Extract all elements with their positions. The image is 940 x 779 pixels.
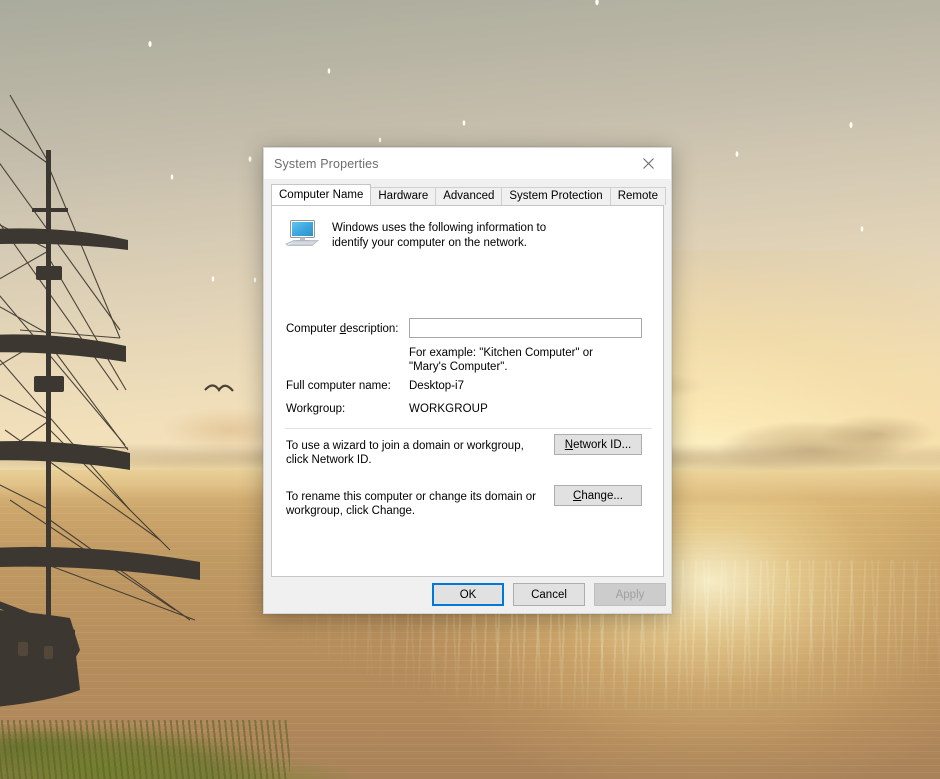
- full-computer-name-value: Desktop-i7: [409, 380, 464, 392]
- dialog-titlebar[interactable]: System Properties: [264, 148, 671, 179]
- dialog-title: System Properties: [274, 157, 379, 171]
- desktop: System Properties Computer Name Hardware…: [0, 0, 940, 779]
- separator: [285, 428, 652, 429]
- change-button[interactable]: Change...: [554, 485, 642, 506]
- close-icon[interactable]: [626, 148, 671, 178]
- tab-panel-computer-name: Windows uses the following information t…: [271, 205, 664, 577]
- system-properties-dialog: System Properties Computer Name Hardware…: [263, 147, 672, 614]
- ok-button[interactable]: OK: [432, 583, 504, 606]
- tab-system-protection[interactable]: System Protection: [501, 187, 610, 205]
- intro-block: Windows uses the following information t…: [285, 219, 653, 251]
- full-computer-name-label: Full computer name:: [286, 380, 391, 392]
- tab-computer-name[interactable]: Computer Name: [271, 184, 371, 205]
- network-id-button-rest: etwork ID...: [573, 439, 631, 451]
- tab-remote[interactable]: Remote: [610, 187, 666, 205]
- wallpaper-grass: [0, 690, 400, 779]
- network-id-button-accel: N: [565, 439, 573, 451]
- wallpaper-sailing-ship: [0, 90, 270, 710]
- computer-description-label-post: escription:: [346, 323, 398, 335]
- network-id-button[interactable]: Network ID...: [554, 434, 642, 455]
- computer-description-label: Computer description:: [286, 323, 399, 335]
- tab-strip: Computer Name Hardware Advanced System P…: [271, 186, 665, 205]
- change-description: To rename this computer or change its do…: [286, 490, 544, 518]
- computer-monitor-icon: [285, 219, 319, 250]
- network-id-description: To use a wizard to join a domain or work…: [286, 439, 544, 467]
- intro-text: Windows uses the following information t…: [332, 221, 578, 251]
- tab-advanced[interactable]: Advanced: [435, 187, 502, 205]
- wallpaper-grass-blades: [0, 720, 290, 779]
- tab-hardware[interactable]: Hardware: [370, 187, 436, 205]
- dialog-footer: OK Cancel Apply: [264, 575, 671, 613]
- workgroup-label: Workgroup:: [286, 403, 345, 415]
- computer-description-hint: For example: "Kitchen Computer" or "Mary…: [409, 346, 627, 374]
- cancel-button[interactable]: Cancel: [513, 583, 585, 606]
- computer-description-label-pre: Computer: [286, 323, 340, 335]
- workgroup-value: WORKGROUP: [409, 403, 488, 415]
- computer-description-input[interactable]: [409, 318, 642, 338]
- apply-button: Apply: [594, 583, 666, 606]
- close-glyph: [643, 158, 654, 169]
- change-button-rest: hange...: [581, 490, 623, 502]
